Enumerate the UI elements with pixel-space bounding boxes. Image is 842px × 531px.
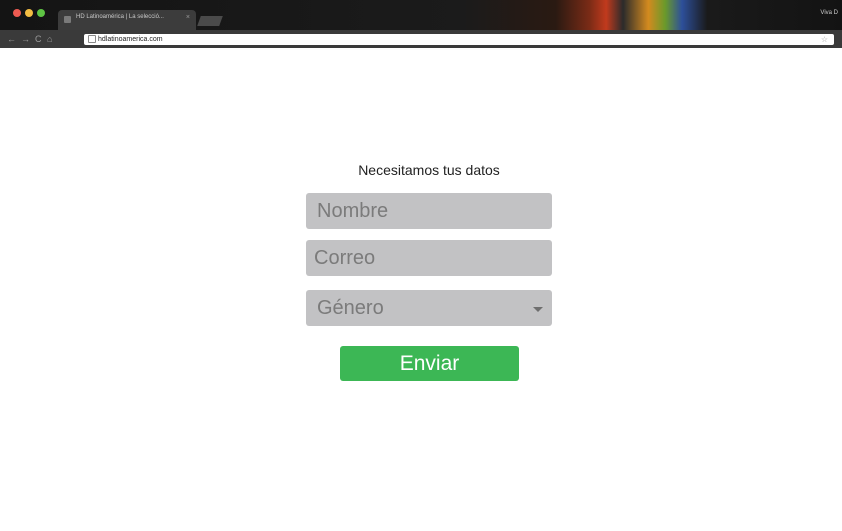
form-title: Necesitamos tus datos [358, 162, 500, 178]
close-tab-icon[interactable]: × [186, 14, 190, 21]
address-bar[interactable]: hdlatinoamerica.com ☆ [84, 34, 834, 45]
maximize-window-button[interactable] [37, 9, 45, 17]
title-bar: HD Latinoamérica | La selecció... × Viva… [0, 0, 842, 30]
home-icon[interactable]: ⌂ [47, 33, 52, 45]
name-input[interactable] [306, 193, 552, 229]
forward-arrow-icon[interactable]: → [21, 33, 30, 45]
new-tab-button[interactable] [197, 16, 223, 26]
back-arrow-icon[interactable]: ← [7, 33, 16, 45]
submit-button[interactable]: Enviar [340, 346, 519, 381]
browser-tab[interactable]: HD Latinoamérica | La selecció... × [58, 10, 196, 30]
page-favicon-icon [64, 16, 71, 23]
chevron-down-icon [533, 307, 543, 312]
close-window-button[interactable] [13, 9, 21, 17]
window-bottom-edge [0, 522, 842, 531]
bookmark-star-icon[interactable]: ☆ [821, 34, 828, 45]
email-input[interactable] [306, 240, 552, 276]
url-text[interactable]: hdlatinoamerica.com [98, 35, 163, 44]
page-viewport [11, 48, 842, 522]
minimize-window-button[interactable] [25, 9, 33, 17]
reload-icon[interactable]: C [35, 33, 42, 45]
profile-name[interactable]: Viva D [820, 10, 838, 16]
page-info-icon[interactable] [88, 35, 96, 43]
gender-select[interactable]: Género [306, 290, 552, 326]
gender-select-value: Género [317, 297, 384, 319]
browser-window: HD Latinoamérica | La selecció... × Viva… [0, 0, 842, 531]
tab-title: HD Latinoamérica | La selecció... [76, 14, 164, 20]
